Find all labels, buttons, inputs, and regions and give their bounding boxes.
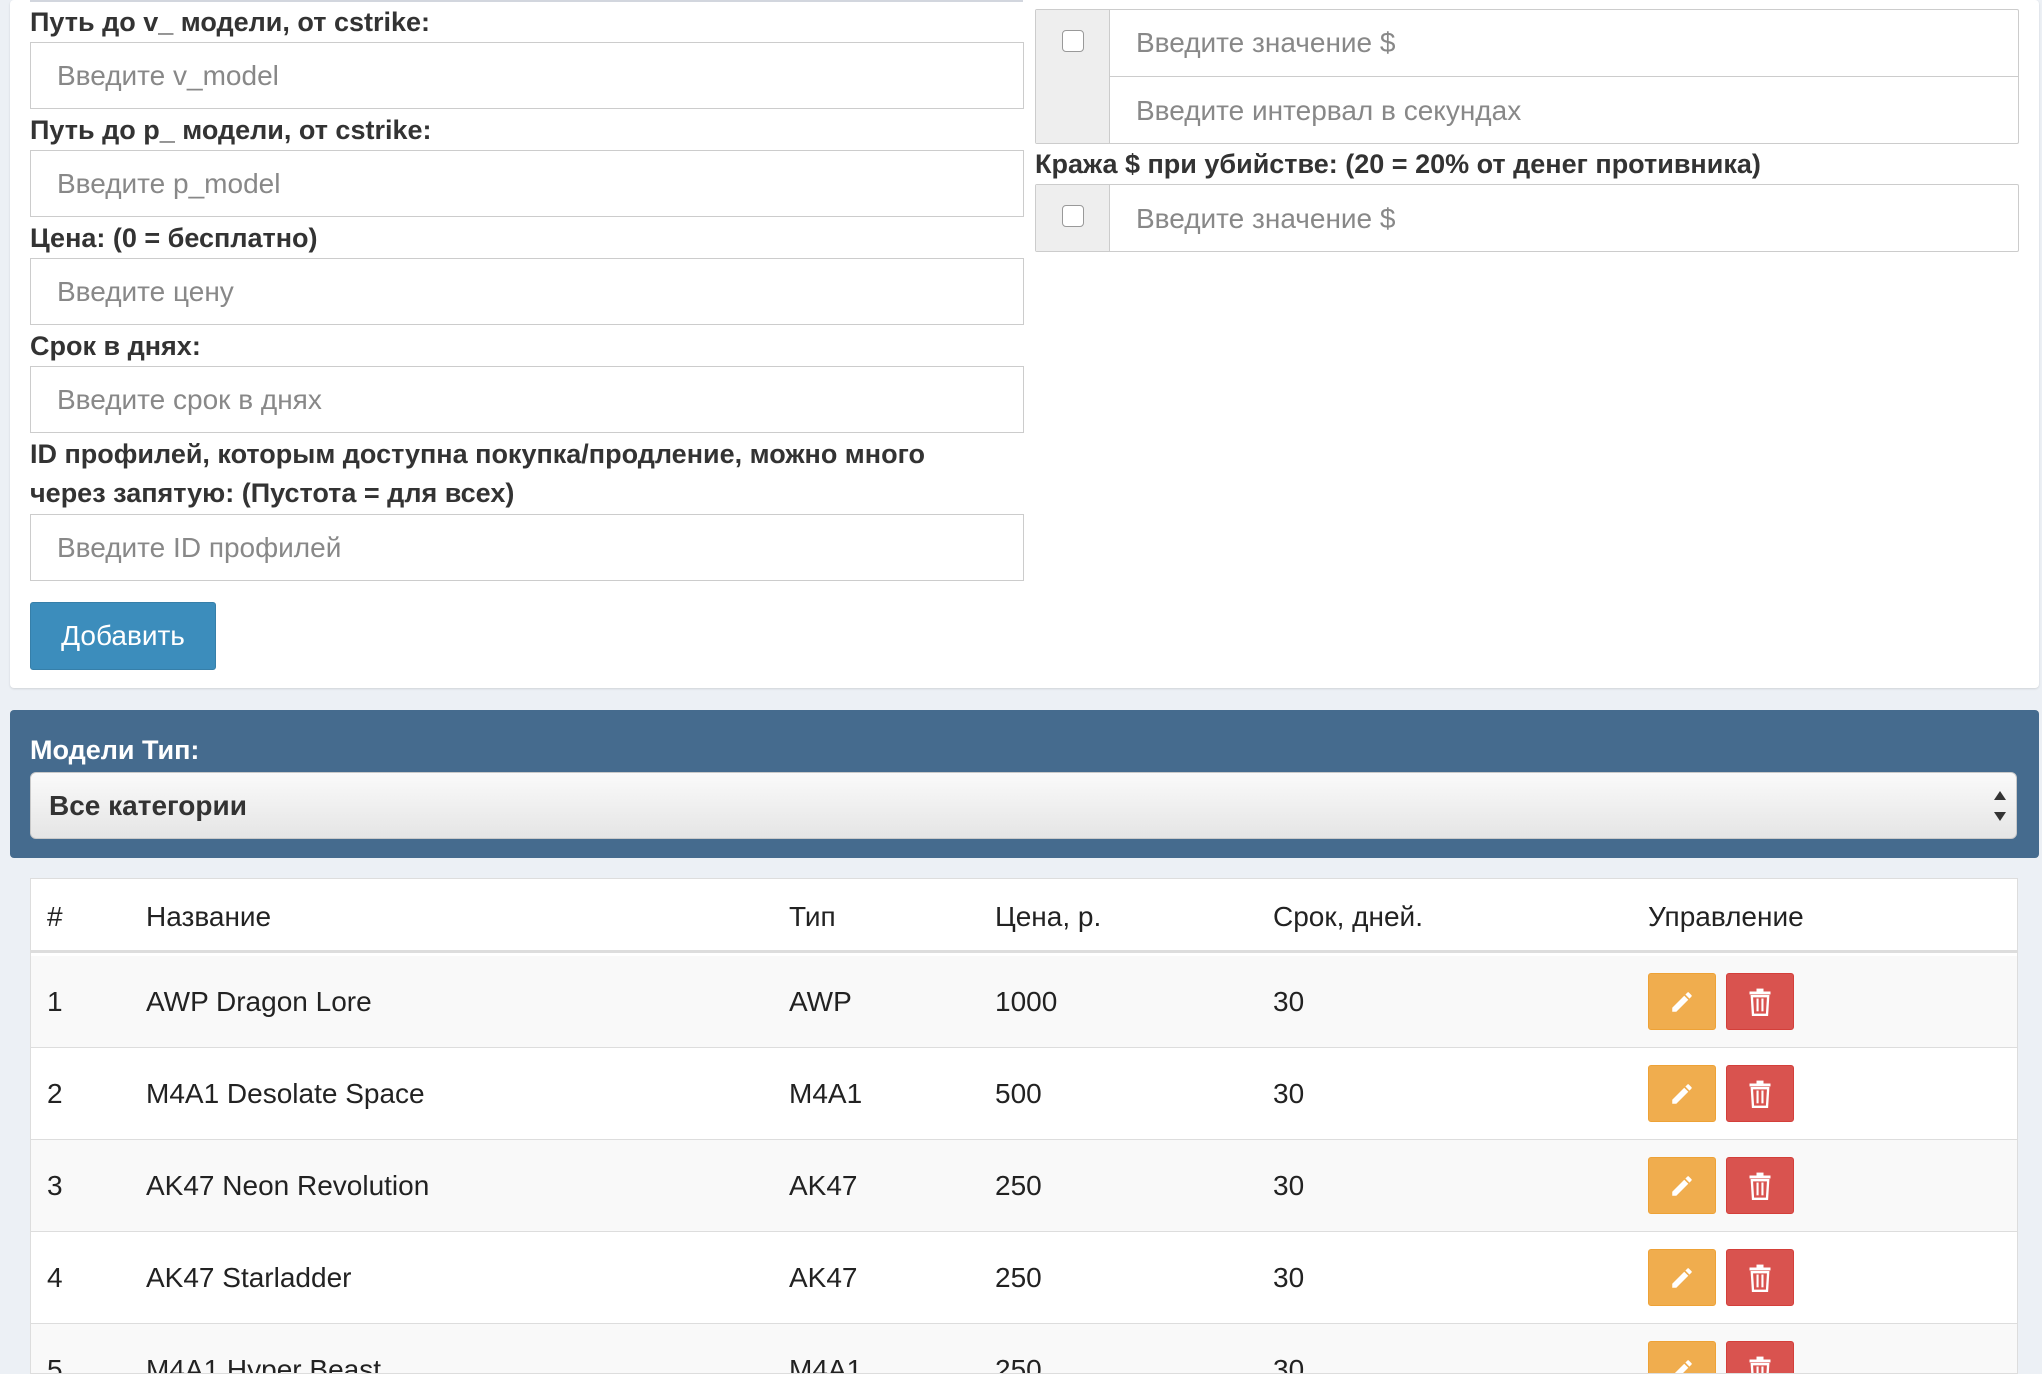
row-price: 500 — [995, 1078, 1042, 1109]
trash-icon — [1749, 1172, 1771, 1200]
trash-icon — [1749, 988, 1771, 1016]
row-term: 30 — [1273, 1170, 1305, 1201]
header-num: # — [47, 901, 63, 932]
table-header: # Название Тип Цена, р. Срок, дней. Упра… — [31, 879, 2017, 953]
row-term: 30 — [1273, 1078, 1305, 1109]
edit-button[interactable] — [1648, 1249, 1716, 1306]
term-label: Срок в днях: — [30, 331, 201, 361]
pencil-icon — [1672, 1083, 1692, 1104]
filter-label: Модели Тип: — [30, 735, 200, 765]
trash-icon — [1749, 1356, 1771, 1373]
pencil-icon — [1674, 1359, 1692, 1373]
select-arrows-icon — [1992, 791, 2008, 821]
pencil-icon — [1672, 1175, 1692, 1196]
row-price: 250 — [995, 1354, 1042, 1374]
row-num: 3 — [47, 1170, 63, 1201]
term-input[interactable]: Введите срок в днях — [30, 366, 1024, 433]
category-select[interactable]: Все категории — [30, 772, 2017, 839]
edit-button[interactable] — [1648, 1065, 1716, 1122]
row-name: AK47 Neon Revolution — [146, 1170, 430, 1201]
profiles-label-line1: ID профилей, которым доступна покупка/пр… — [30, 439, 925, 469]
steal-value-input[interactable]: Введите значение $ — [1110, 185, 2018, 252]
row-type: AWP — [789, 986, 852, 1017]
row-term: 30 — [1273, 1262, 1305, 1293]
delete-button[interactable] — [1726, 1065, 1794, 1122]
model-form-box: Путь до v_ модели, от cstrike: Введите v… — [10, 0, 2039, 688]
price-input[interactable]: Введите цену — [30, 258, 1024, 325]
header-actions: Управление — [1648, 901, 1804, 932]
money-interval-group: Введите значение $ Введите интервал в се… — [1035, 9, 2019, 144]
row-num: 4 — [47, 1262, 63, 1293]
row-name: AWP Dragon Lore — [146, 986, 372, 1017]
steal-checkbox[interactable] — [1062, 205, 1084, 227]
row-name: AK47 Starladder — [146, 1262, 352, 1293]
edit-button[interactable] — [1648, 973, 1716, 1030]
form-divider — [30, 0, 1023, 2]
header-price: Цена, р. — [995, 901, 1102, 932]
steal-group: Введите значение $ — [1035, 184, 2019, 252]
header-term: Срок, дней. — [1273, 901, 1423, 932]
pencil-icon — [1672, 991, 1692, 1012]
steal-checkbox-addon — [1036, 185, 1110, 251]
add-button[interactable]: Добавить — [30, 602, 216, 670]
v-model-input[interactable]: Введите v_model — [30, 42, 1024, 109]
header-name: Название — [146, 901, 272, 932]
edit-button[interactable] — [1648, 1157, 1716, 1214]
price-label: Цена: (0 = бесплатно) — [30, 223, 318, 253]
profiles-label-line2: через запятую: (Пустота = для всех) — [30, 478, 515, 508]
interval-seconds-input[interactable]: Введите интервал в секундах — [1110, 77, 2018, 144]
money-interval-checkbox[interactable] — [1062, 30, 1084, 52]
p-model-input[interactable]: Введите p_model — [30, 150, 1024, 217]
trash-icon — [1749, 1264, 1771, 1292]
trash-icon — [1749, 1080, 1771, 1108]
header-type: Тип — [789, 901, 836, 932]
row-num: 5 — [47, 1354, 63, 1374]
row-type: M4A1 — [789, 1354, 863, 1374]
row-type: AK47 — [789, 1262, 858, 1293]
row-price: 1000 — [995, 986, 1058, 1017]
row-price: 250 — [995, 1170, 1042, 1201]
money-value-input[interactable]: Введите значение $ — [1110, 10, 2018, 77]
row-name: M4A1 Desolate Space — [146, 1078, 425, 1109]
row-type: AK47 — [789, 1170, 858, 1201]
row-num: 2 — [47, 1078, 63, 1109]
p-model-label: Путь до p_ модели, от cstrike: — [30, 115, 432, 145]
v-model-label: Путь до v_ модели, от cstrike: — [30, 7, 431, 37]
row-num: 1 — [47, 986, 63, 1017]
checkbox-addon — [1036, 10, 1110, 143]
delete-button[interactable] — [1726, 1341, 1794, 1373]
table-row: 4 AK47 Starladder AK47 250 30 — [31, 1232, 2017, 1324]
pencil-icon — [1672, 1267, 1692, 1288]
steal-label: Кража $ при убийстве: (20 = 20% от денег… — [1035, 149, 1761, 179]
profiles-input[interactable]: Введите ID профилей — [30, 514, 1024, 581]
delete-button[interactable] — [1726, 1249, 1794, 1306]
delete-button[interactable] — [1726, 973, 1794, 1030]
table-row: 2 M4A1 Desolate Space M4A1 500 30 — [31, 1048, 2017, 1140]
row-term: 30 — [1273, 986, 1305, 1017]
table-row: 3 AK47 Neon Revolution AK47 250 30 — [31, 1140, 2017, 1232]
edit-button[interactable] — [1648, 1341, 1716, 1373]
filter-box: Модели Тип: Все категории — [10, 710, 2039, 858]
table-row: 1 AWP Dragon Lore AWP 1000 30 — [31, 956, 2017, 1048]
row-name: M4A1 Hyper Beast — [146, 1354, 381, 1374]
models-table: # Название Тип Цена, р. Срок, дней. Упра… — [30, 878, 2018, 1374]
table-row: 5 M4A1 Hyper Beast M4A1 250 30 — [31, 1324, 2017, 1374]
row-term: 30 — [1273, 1354, 1305, 1374]
delete-button[interactable] — [1726, 1157, 1794, 1214]
category-select-value: Все категории — [49, 789, 247, 821]
row-type: M4A1 — [789, 1078, 863, 1109]
row-price: 250 — [995, 1262, 1042, 1293]
